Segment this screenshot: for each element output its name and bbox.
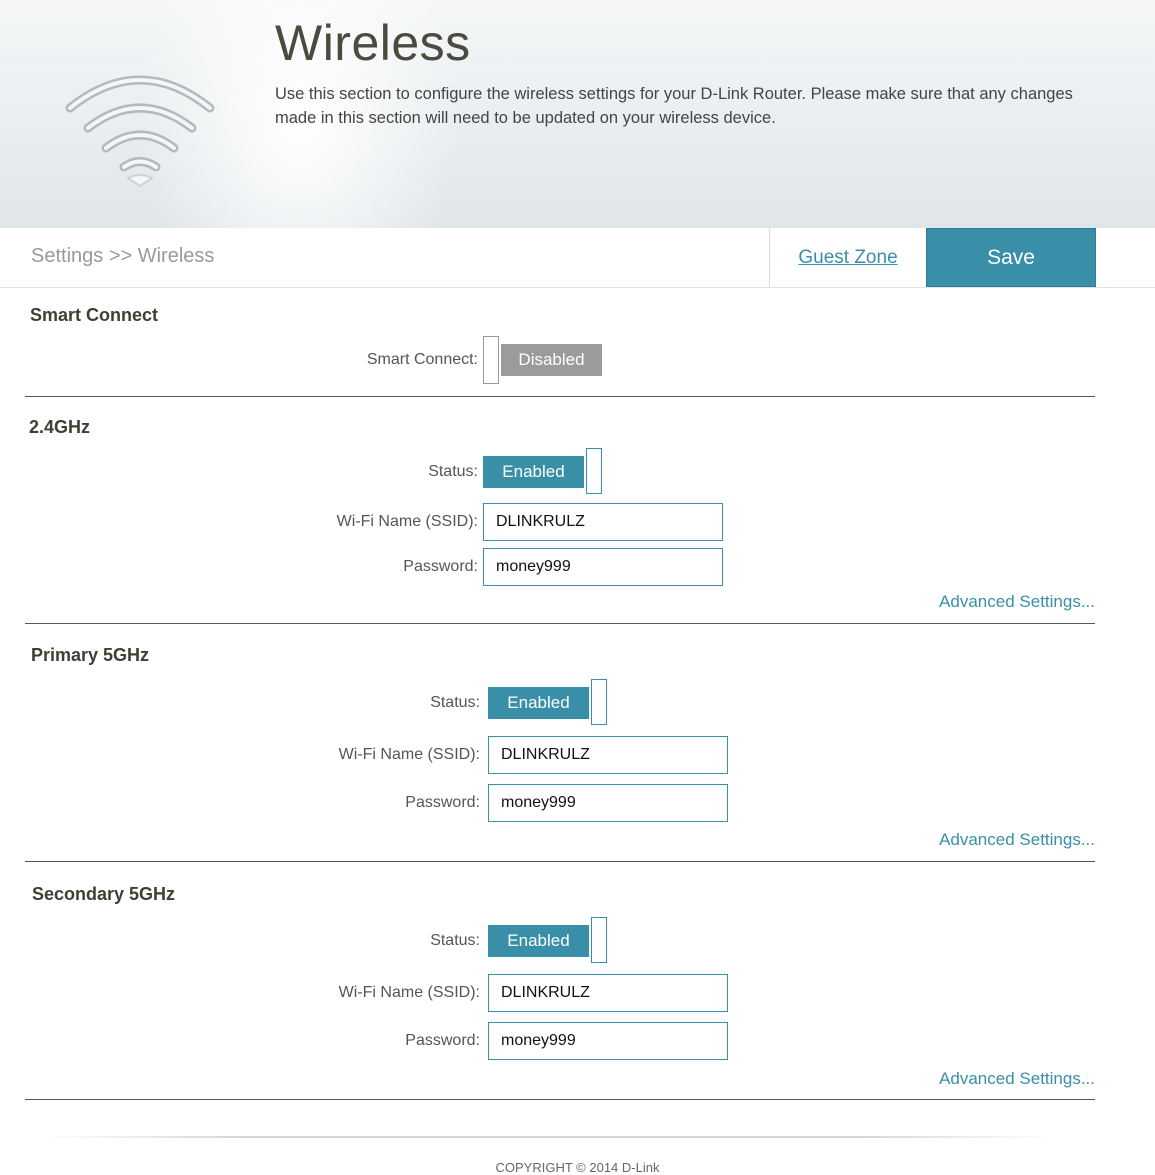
- band-5-secondary-password-input[interactable]: [488, 1022, 728, 1060]
- toolbar: Settings >> Wireless Guest Zone Save: [0, 228, 1155, 288]
- toggle-knob: [591, 917, 607, 963]
- section-divider: [25, 1099, 1095, 1100]
- guest-zone-link[interactable]: Guest Zone: [769, 228, 926, 287]
- section-divider: [25, 861, 1095, 862]
- section-divider: [25, 396, 1095, 397]
- save-button[interactable]: Save: [926, 228, 1096, 287]
- band-5-secondary-title: Secondary 5GHz: [32, 884, 176, 904]
- band-5-secondary-advanced-settings-link[interactable]: Advanced Settings...: [939, 1069, 1095, 1089]
- band-24-password-label: Password:: [403, 558, 478, 575]
- band-5-primary-ssid-input[interactable]: [488, 736, 728, 774]
- band-5-secondary-ssid-input[interactable]: [488, 974, 728, 1012]
- band-5-secondary-ssid-label: Wi-Fi Name (SSID):: [338, 984, 480, 1001]
- page-description: Use this section to configure the wirele…: [275, 85, 1073, 127]
- wifi-icon: [65, 75, 215, 188]
- toggle-knob: [586, 448, 602, 494]
- smart-connect-state: Disabled: [501, 344, 602, 376]
- band-5-primary-status-toggle[interactable]: Enabled: [488, 679, 607, 725]
- breadcrumb: Settings >> Wireless: [31, 245, 215, 267]
- band-5-primary-ssid-label: Wi-Fi Name (SSID):: [338, 746, 480, 763]
- toggle-knob: [591, 679, 607, 725]
- toggle-knob: [483, 336, 499, 384]
- band-5-secondary-status-toggle[interactable]: Enabled: [488, 917, 607, 963]
- band-24-ssid-label: Wi-Fi Name (SSID):: [336, 513, 478, 530]
- section-divider: [25, 623, 1095, 624]
- copyright: COPYRIGHT © 2014 D-Link: [495, 1160, 660, 1175]
- page-header: Wireless Use this section to configure t…: [0, 0, 1155, 229]
- band-24-status-state: Enabled: [483, 456, 584, 488]
- smart-connect-label: Smart Connect:: [366, 351, 478, 368]
- smart-connect-title: Smart Connect: [30, 305, 159, 325]
- band-5-primary-status-label: Status:: [430, 694, 480, 711]
- band-5-primary-password-input[interactable]: [488, 784, 728, 822]
- smart-connect-toggle[interactable]: Disabled: [483, 336, 602, 384]
- band-24-advanced-settings-link[interactable]: Advanced Settings...: [939, 592, 1095, 612]
- band-24-password-input[interactable]: [483, 548, 723, 586]
- band-5-primary-title: Primary 5GHz: [31, 645, 150, 665]
- band-5-secondary-password-label: Password:: [405, 1032, 480, 1049]
- band-5-secondary-status-label: Status:: [430, 932, 480, 949]
- band-24-status-toggle[interactable]: Enabled: [483, 448, 602, 494]
- page-title: Wireless: [275, 15, 471, 71]
- band-24-status-label: Status:: [428, 463, 478, 480]
- band-24-title: 2.4GHz: [29, 417, 91, 437]
- footer-divider: [45, 1136, 1055, 1138]
- band-5-primary-advanced-settings-link[interactable]: Advanced Settings...: [939, 830, 1095, 850]
- band-5-primary-status-state: Enabled: [488, 687, 589, 719]
- band-5-primary-password-label: Password:: [405, 794, 480, 811]
- band-24-ssid-input[interactable]: [483, 503, 723, 541]
- band-5-secondary-status-state: Enabled: [488, 925, 589, 957]
